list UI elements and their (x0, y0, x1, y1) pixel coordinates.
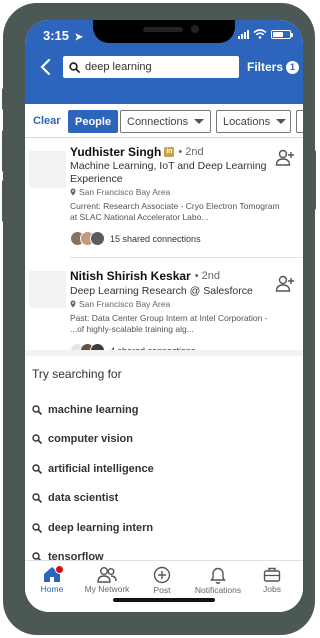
nav-home[interactable]: Home (25, 565, 82, 594)
connect-button[interactable] (275, 275, 295, 293)
battery-icon (271, 29, 293, 39)
back-button[interactable] (38, 57, 54, 77)
profile-snippet: Current: Research Associate - Cryo Elect… (70, 201, 280, 222)
location-text: San Francisco Bay Area (79, 187, 171, 197)
shared-faces (70, 231, 105, 246)
search-icon (32, 493, 42, 503)
filters-label: Filters (247, 60, 284, 74)
status-time: 3:15 ➤ (43, 28, 83, 43)
search-result[interactable]: Nitish Shirish Keskar • 2nd Deep Learnin… (25, 258, 303, 358)
suggestion-item[interactable]: deep learning intern (32, 522, 153, 534)
chevron-left-icon (40, 58, 51, 76)
clear-button[interactable]: Clear (33, 115, 61, 127)
notch (93, 20, 235, 43)
profile-photo[interactable] (29, 151, 66, 188)
chip-label: People (75, 115, 112, 128)
location-pin-icon (70, 300, 76, 308)
shared-connections-text: 15 shared connections (110, 233, 201, 244)
caret-down-icon (276, 119, 287, 124)
phone-screen: 3:15 ➤ deep learning Filters 1 Clear Peo… (25, 20, 303, 612)
search-result[interactable]: Yudhister Singh in • 2nd Machine Learnin… (25, 139, 303, 258)
suggestion-item[interactable]: computer vision (32, 433, 133, 445)
bottom-navigation: Home My Network Post Notifications Jobs (25, 560, 303, 612)
mute-switch (2, 88, 6, 110)
nav-notifications[interactable]: Notifications (188, 566, 248, 595)
profile-snippet: Past: Data Center Group Intern at Intel … (70, 313, 268, 334)
location-text: San Francisco Bay Area (79, 299, 171, 309)
search-icon (69, 61, 80, 73)
nav-post[interactable]: Post (132, 566, 192, 595)
chip-label: Locations (223, 115, 271, 128)
clock: 3:15 (43, 28, 70, 43)
suggestion-item[interactable]: machine learning (32, 404, 138, 416)
filters-button[interactable]: Filters 1 (247, 60, 300, 74)
suggestion-label: computer vision (48, 433, 133, 445)
camera (191, 25, 199, 33)
filters-count-badge: 1 (286, 60, 300, 74)
nav-label: My Network (84, 584, 130, 594)
chip-people[interactable]: People (68, 110, 119, 133)
name-row: Yudhister Singh in • 2nd (70, 145, 204, 159)
search-input[interactable] (85, 61, 225, 73)
add-person-icon (275, 275, 294, 292)
profile-location: San Francisco Bay Area (70, 187, 170, 197)
volume-down-button (2, 180, 6, 222)
nav-my-network[interactable]: My Network (77, 566, 137, 594)
search-icon (32, 523, 42, 533)
avatar (90, 231, 105, 246)
chip-more[interactable] (296, 110, 303, 133)
notification-dot (55, 565, 64, 574)
caret-down-icon (194, 119, 205, 124)
connect-button[interactable] (275, 149, 295, 167)
suggestions-title: Try searching for (32, 367, 122, 381)
home-indicator[interactable] (113, 598, 215, 602)
add-circle-icon (153, 566, 171, 584)
profile-location: San Francisco Bay Area (70, 299, 170, 309)
filter-bar: Clear People Connections Locations (25, 104, 303, 138)
speaker (143, 27, 183, 32)
chip-connections[interactable]: Connections (120, 110, 211, 133)
search-icon (32, 405, 42, 415)
nav-label: Jobs (263, 584, 281, 594)
profile-headline: Machine Learning, IoT and Deep Learning … (70, 160, 267, 185)
nav-jobs[interactable]: Jobs (242, 566, 302, 594)
suggestion-label: artificial intelligence (48, 463, 154, 475)
profile-name[interactable]: Nitish Shirish Keskar (70, 269, 191, 283)
signal-icon (238, 29, 249, 39)
chip-label: Connections (127, 115, 189, 128)
volume-up-button (2, 130, 6, 172)
nav-label: Post (153, 585, 171, 595)
chip-locations[interactable]: Locations (216, 110, 291, 133)
suggestion-item[interactable]: artificial intelligence (32, 463, 154, 475)
suggestion-label: deep learning intern (48, 522, 154, 534)
connection-degree: • 2nd (194, 270, 220, 282)
profile-headline: Deep Learning Research @ Salesforce (70, 285, 253, 297)
briefcase-icon (263, 567, 281, 582)
nav-label: Home (40, 584, 64, 594)
people-icon (97, 567, 117, 583)
add-person-icon (275, 149, 294, 166)
bell-icon (210, 567, 226, 584)
profile-photo[interactable] (29, 271, 66, 308)
shared-connections[interactable]: 15 shared connections (70, 231, 201, 246)
location-arrow-icon: ➤ (74, 32, 84, 43)
suggestion-label: data scientist (48, 492, 119, 504)
suggestion-item[interactable]: data scientist (32, 492, 118, 504)
search-icon (32, 464, 42, 474)
search-icon (32, 434, 42, 444)
connection-degree: • 2nd (178, 146, 204, 158)
nav-label: Notifications (194, 585, 242, 595)
search-box[interactable] (63, 56, 239, 78)
app-header: 3:15 ➤ deep learning Filters 1 (25, 20, 303, 104)
wifi-icon (253, 29, 267, 39)
profile-name[interactable]: Yudhister Singh (70, 145, 161, 159)
power-button (312, 150, 316, 210)
name-row: Nitish Shirish Keskar • 2nd (70, 269, 220, 283)
linkedin-badge-icon: in (164, 147, 175, 157)
status-icons (238, 29, 293, 39)
suggestion-label: machine learning (48, 404, 139, 416)
location-pin-icon (70, 188, 76, 196)
